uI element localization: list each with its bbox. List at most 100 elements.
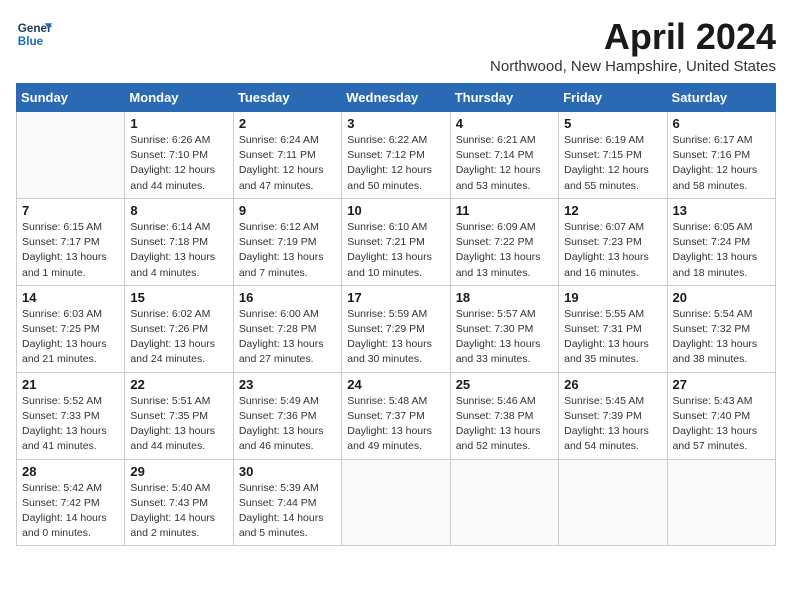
day-number: 26 [564,377,661,392]
calendar-cell: 1 Sunrise: 6:26 AMSunset: 7:10 PMDaylight… [125,112,233,199]
calendar-cell: 25 Sunrise: 5:46 AMSunset: 7:38 PMDayligh… [450,372,558,459]
day-info: Sunrise: 6:02 AMSunset: 7:26 PMDaylight:… [130,307,227,368]
day-info: Sunrise: 6:10 AMSunset: 7:21 PMDaylight:… [347,220,444,281]
day-number: 7 [22,203,119,218]
day-number: 28 [22,464,119,479]
calendar-cell: 14 Sunrise: 6:03 AMSunset: 7:25 PMDayligh… [17,285,125,372]
day-number: 23 [239,377,336,392]
calendar-cell: 4 Sunrise: 6:21 AMSunset: 7:14 PMDaylight… [450,112,558,199]
weekday-header-saturday: Saturday [667,84,775,112]
calendar-cell: 28 Sunrise: 5:42 AMSunset: 7:42 PMDayligh… [17,459,125,546]
day-number: 24 [347,377,444,392]
day-info: Sunrise: 6:03 AMSunset: 7:25 PMDaylight:… [22,307,119,368]
calendar-cell [559,459,667,546]
calendar-table: SundayMondayTuesdayWednesdayThursdayFrid… [16,83,776,546]
calendar-cell: 6Sunrise: 6:17 AMSunset: 7:16 PMDaylight… [667,112,775,199]
logo-icon: General Blue [16,16,52,52]
day-info: Sunrise: 5:43 AMSunset: 7:40 PMDaylight:… [673,394,770,455]
calendar-week-row: 28 Sunrise: 5:42 AMSunset: 7:42 PMDayligh… [17,459,776,546]
calendar-cell [342,459,450,546]
logo: General Blue [16,16,52,52]
day-number: 30 [239,464,336,479]
day-info: Sunrise: 6:15 AMSunset: 7:17 PMDaylight:… [22,220,119,281]
day-info: Sunrise: 6:21 AMSunset: 7:14 PMDaylight:… [456,133,553,194]
day-number: 16 [239,290,336,305]
day-number: 13 [673,203,770,218]
calendar-cell: 26Sunrise: 5:45 AMSunset: 7:39 PMDayligh… [559,372,667,459]
calendar-week-row: 1 Sunrise: 6:26 AMSunset: 7:10 PMDaylight… [17,112,776,199]
calendar-cell: 24 Sunrise: 5:48 AMSunset: 7:37 PMDayligh… [342,372,450,459]
calendar-week-row: 21 Sunrise: 5:52 AMSunset: 7:33 PMDayligh… [17,372,776,459]
calendar-cell: 27Sunrise: 5:43 AMSunset: 7:40 PMDayligh… [667,372,775,459]
day-number: 22 [130,377,227,392]
calendar-cell [667,459,775,546]
day-number: 15 [130,290,227,305]
day-info: Sunrise: 5:55 AMSunset: 7:31 PMDaylight:… [564,307,661,368]
calendar-cell: 10 Sunrise: 6:10 AMSunset: 7:21 PMDayligh… [342,198,450,285]
day-number: 14 [22,290,119,305]
weekday-header-wednesday: Wednesday [342,84,450,112]
day-number: 3 [347,116,444,131]
calendar-cell [17,112,125,199]
weekday-header-thursday: Thursday [450,84,558,112]
location-title: Northwood, New Hampshire, United States [490,58,776,75]
title-area: April 2024 Northwood, New Hampshire, Uni… [490,16,776,75]
day-info: Sunrise: 5:49 AMSunset: 7:36 PMDaylight:… [239,394,336,455]
calendar-cell: 21 Sunrise: 5:52 AMSunset: 7:33 PMDayligh… [17,372,125,459]
day-info: Sunrise: 6:05 AMSunset: 7:24 PMDaylight:… [673,220,770,281]
day-info: Sunrise: 6:07 AMSunset: 7:23 PMDaylight:… [564,220,661,281]
month-title: April 2024 [490,16,776,58]
calendar-cell: 30 Sunrise: 5:39 AMSunset: 7:44 PMDayligh… [233,459,341,546]
day-info: Sunrise: 5:48 AMSunset: 7:37 PMDaylight:… [347,394,444,455]
day-info: Sunrise: 5:51 AMSunset: 7:35 PMDaylight:… [130,394,227,455]
calendar-cell: 16 Sunrise: 6:00 AMSunset: 7:28 PMDayligh… [233,285,341,372]
day-number: 19 [564,290,661,305]
day-info: Sunrise: 5:42 AMSunset: 7:42 PMDaylight:… [22,481,119,542]
day-info: Sunrise: 6:24 AMSunset: 7:11 PMDaylight:… [239,133,336,194]
calendar-cell: 3 Sunrise: 6:22 AMSunset: 7:12 PMDaylight… [342,112,450,199]
day-number: 4 [456,116,553,131]
calendar-week-row: 7 Sunrise: 6:15 AMSunset: 7:17 PMDaylight… [17,198,776,285]
day-info: Sunrise: 5:52 AMSunset: 7:33 PMDaylight:… [22,394,119,455]
day-number: 18 [456,290,553,305]
day-number: 8 [130,203,227,218]
day-number: 17 [347,290,444,305]
weekday-header-tuesday: Tuesday [233,84,341,112]
day-info: Sunrise: 6:19 AMSunset: 7:15 PMDaylight:… [564,133,661,194]
day-number: 29 [130,464,227,479]
calendar-cell: 8 Sunrise: 6:14 AMSunset: 7:18 PMDaylight… [125,198,233,285]
calendar-week-row: 14 Sunrise: 6:03 AMSunset: 7:25 PMDayligh… [17,285,776,372]
weekday-header-monday: Monday [125,84,233,112]
day-info: Sunrise: 6:14 AMSunset: 7:18 PMDaylight:… [130,220,227,281]
calendar-cell: 12 Sunrise: 6:07 AMSunset: 7:23 PMDayligh… [559,198,667,285]
day-number: 12 [564,203,661,218]
header: General Blue April 2024 Northwood, New H… [16,16,776,75]
calendar-cell: 2 Sunrise: 6:24 AMSunset: 7:11 PMDaylight… [233,112,341,199]
day-info: Sunrise: 5:46 AMSunset: 7:38 PMDaylight:… [456,394,553,455]
calendar-cell: 22 Sunrise: 5:51 AMSunset: 7:35 PMDayligh… [125,372,233,459]
day-number: 20 [673,290,770,305]
weekday-header-friday: Friday [559,84,667,112]
calendar-cell: 23 Sunrise: 5:49 AMSunset: 7:36 PMDayligh… [233,372,341,459]
day-number: 9 [239,203,336,218]
day-number: 2 [239,116,336,131]
day-info: Sunrise: 5:54 AMSunset: 7:32 PMDaylight:… [673,307,770,368]
day-info: Sunrise: 6:00 AMSunset: 7:28 PMDaylight:… [239,307,336,368]
calendar-cell: 13 Sunrise: 6:05 AMSunset: 7:24 PMDayligh… [667,198,775,285]
weekday-header-row: SundayMondayTuesdayWednesdayThursdayFrid… [17,84,776,112]
day-info: Sunrise: 6:26 AMSunset: 7:10 PMDaylight:… [130,133,227,194]
day-number: 21 [22,377,119,392]
calendar-cell: 15 Sunrise: 6:02 AMSunset: 7:26 PMDayligh… [125,285,233,372]
calendar-cell: 11Sunrise: 6:09 AMSunset: 7:22 PMDayligh… [450,198,558,285]
day-number: 1 [130,116,227,131]
svg-text:Blue: Blue [18,35,44,48]
calendar-cell: 19 Sunrise: 5:55 AMSunset: 7:31 PMDayligh… [559,285,667,372]
day-info: Sunrise: 6:22 AMSunset: 7:12 PMDaylight:… [347,133,444,194]
calendar-cell: 29Sunrise: 5:40 AMSunset: 7:43 PMDayligh… [125,459,233,546]
calendar-cell: 9 Sunrise: 6:12 AMSunset: 7:19 PMDaylight… [233,198,341,285]
day-info: Sunrise: 5:39 AMSunset: 7:44 PMDaylight:… [239,481,336,542]
day-number: 6 [673,116,770,131]
day-number: 25 [456,377,553,392]
day-info: Sunrise: 6:12 AMSunset: 7:19 PMDaylight:… [239,220,336,281]
day-number: 10 [347,203,444,218]
